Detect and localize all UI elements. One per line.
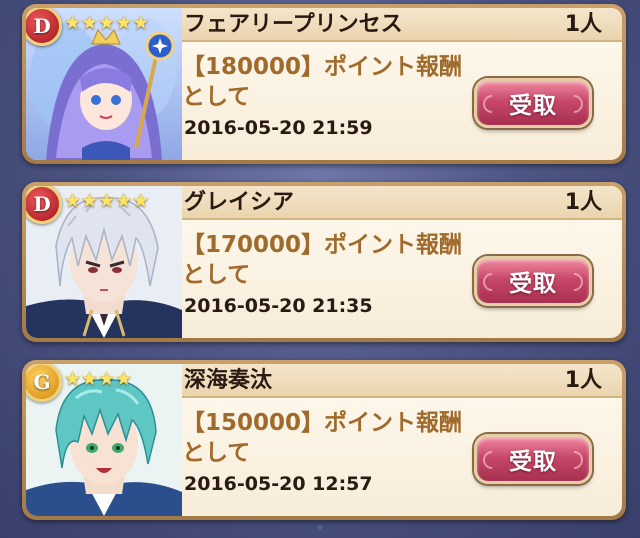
star-icon: ★ <box>81 12 99 34</box>
star-icon: ★ <box>115 190 133 212</box>
star-icon: ★ <box>115 368 133 390</box>
rarity-stars: ★ ★ ★ ★ <box>64 368 132 390</box>
reward-card: G ★ ★ ★ ★ 深海奏汰 1人 【150000】ポイント報酬 として 201… <box>22 360 626 520</box>
claim-button[interactable]: 受取 <box>474 434 592 484</box>
star-icon: ★ <box>132 12 150 34</box>
claim-button-label: 受取 <box>509 93 557 119</box>
claim-button[interactable]: 受取 <box>474 78 592 128</box>
claim-button[interactable]: 受取 <box>474 256 592 306</box>
character-name: 深海奏汰 <box>184 368 273 393</box>
star-icon: ★ <box>98 190 116 212</box>
star-icon: ★ <box>98 368 116 390</box>
star-icon: ★ <box>64 368 82 390</box>
person-count: 1人 <box>564 12 602 37</box>
star-icon: ★ <box>98 12 116 34</box>
rarity-stars: ★ ★ ★ ★ ★ <box>64 190 149 212</box>
timestamp: 2016-05-20 21:59 <box>184 117 373 139</box>
person-count: 1人 <box>564 368 602 393</box>
timestamp: 2016-05-20 12:57 <box>184 473 373 495</box>
star-icon: ★ <box>64 12 82 34</box>
star-icon: ★ <box>81 190 99 212</box>
person-count: 1人 <box>564 190 602 215</box>
star-icon: ★ <box>132 190 150 212</box>
reward-text: 【150000】ポイント報酬 として <box>182 410 463 466</box>
reward-card: D ★ ★ ★ ★ ★ フェアリープリンセス 1人 【180000】ポイント報酬… <box>22 4 626 164</box>
claim-button-label: 受取 <box>509 449 557 475</box>
star-icon: ★ <box>115 12 133 34</box>
character-name: グレイシア <box>184 190 295 215</box>
reward-text: 【180000】ポイント報酬 として <box>182 54 463 110</box>
rarity-stars: ★ ★ ★ ★ ★ <box>64 12 149 34</box>
reward-text: 【170000】ポイント報酬 として <box>182 232 463 288</box>
star-icon: ★ <box>81 368 99 390</box>
star-icon: ★ <box>64 190 82 212</box>
character-name: フェアリープリンセス <box>184 12 403 37</box>
reward-card: D ★ ★ ★ ★ ★ グレイシア 1人 【170000】ポイント報酬 として … <box>22 182 626 342</box>
timestamp: 2016-05-20 21:35 <box>184 295 373 317</box>
claim-button-label: 受取 <box>509 271 557 297</box>
